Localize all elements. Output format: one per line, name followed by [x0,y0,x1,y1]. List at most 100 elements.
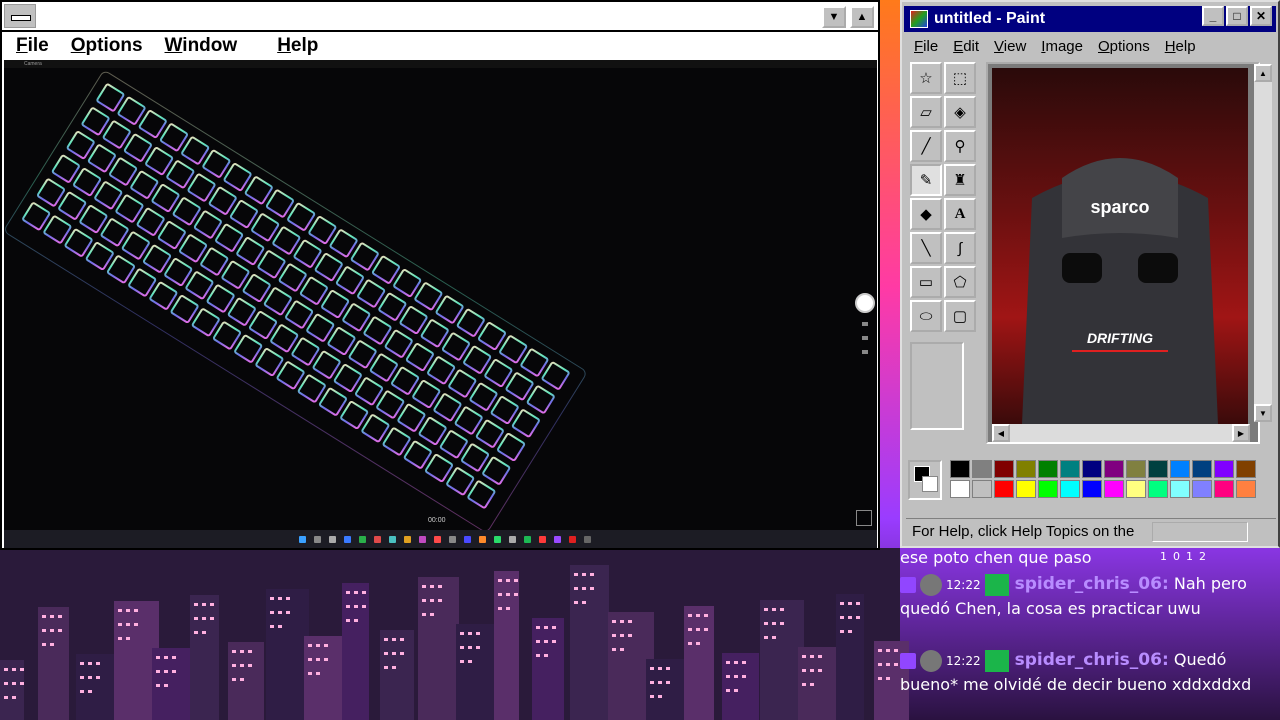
rectangle-tool-icon[interactable]: ▭ [910,266,942,298]
palette-swatch[interactable] [972,480,992,498]
app-icon[interactable] [464,536,471,543]
free-select-tool-icon[interactable]: ☆ [910,62,942,94]
palette-swatch[interactable] [950,480,970,498]
polygon-tool-icon[interactable]: ⬠ [944,266,976,298]
palette-swatch[interactable] [1170,460,1190,478]
menu-image[interactable]: Image [1041,38,1083,55]
ellipse-tool-icon[interactable]: ⬭ [910,300,942,332]
line-tool-icon[interactable]: ╲ [910,232,942,264]
curve-tool-icon[interactable]: ∫ [944,232,976,264]
palette-swatch[interactable] [1214,480,1234,498]
paint-canvas[interactable]: sparco DRIFTING [992,68,1248,424]
menu-edit[interactable]: Edit [953,38,979,55]
palette-swatch[interactable] [1016,480,1036,498]
app-icon[interactable] [584,536,591,543]
scroll-down-icon[interactable]: ▼ [1254,404,1272,422]
brush-tool-icon[interactable]: ♜ [944,164,976,196]
taskview-icon[interactable] [329,536,336,543]
app-icon[interactable] [509,536,516,543]
app-icon[interactable] [569,536,576,543]
magnifier-tool-icon[interactable]: ⚲ [944,130,976,162]
capture-button[interactable] [855,293,875,313]
window-titlebar[interactable]: ▼ ▲ [2,2,878,32]
gallery-thumbnail[interactable] [856,510,872,526]
palette-swatch[interactable] [1236,460,1256,478]
menu-file[interactable]: File [16,35,49,57]
palette-swatch[interactable] [1126,460,1146,478]
rect-select-tool-icon[interactable]: ⬚ [944,62,976,94]
app-icon[interactable] [539,536,546,543]
rounded-rect-tool-icon[interactable]: ▢ [944,300,976,332]
palette-swatch[interactable] [994,480,1014,498]
keyboard-key [81,107,110,136]
start-icon[interactable] [299,536,306,543]
app-icon[interactable] [479,536,486,543]
tool-options[interactable] [910,342,964,430]
palette-swatch[interactable] [1104,480,1124,498]
palette-swatch[interactable] [1016,460,1036,478]
palette-swatch[interactable] [1170,480,1190,498]
palette-swatch[interactable] [950,460,970,478]
chevron-down-icon[interactable] [862,350,868,354]
palette-swatch[interactable] [1082,460,1102,478]
pencil-tool-icon[interactable]: ✎ [910,164,942,196]
keyboard-key [314,253,343,282]
fill-tool-icon[interactable]: ◈ [944,96,976,128]
app-icon[interactable] [434,536,441,543]
scroll-right-icon[interactable]: ▶ [1232,424,1250,442]
app-icon[interactable] [404,536,411,543]
palette-swatch[interactable] [1082,480,1102,498]
palette-swatch[interactable] [1148,460,1168,478]
minimize-button[interactable]: ▼ [822,6,846,28]
eyedropper-tool-icon[interactable]: ╱ [910,130,942,162]
palette-swatch[interactable] [1060,460,1080,478]
app-icon[interactable] [389,536,396,543]
palette-swatch[interactable] [1214,460,1234,478]
menu-help[interactable]: Help [277,35,318,57]
app-icon[interactable] [494,536,501,543]
palette-swatch[interactable] [1192,460,1212,478]
palette-swatch[interactable] [1104,460,1124,478]
palette-swatch[interactable] [1126,480,1146,498]
app-icon[interactable] [419,536,426,543]
close-button[interactable]: ✕ [1250,6,1272,26]
browser-icon[interactable] [344,536,351,543]
palette-swatch[interactable] [1148,480,1168,498]
camera-mode-icon[interactable] [862,322,868,326]
menu-view[interactable]: View [994,38,1026,55]
app-icon[interactable] [449,536,456,543]
horizontal-scrollbar[interactable]: ◀ ▶ [992,424,1250,442]
palette-swatch[interactable] [1038,460,1058,478]
maximize-button[interactable]: □ [1226,6,1248,26]
app-icon[interactable] [554,536,561,543]
scroll-up-icon[interactable]: ▲ [1254,64,1272,82]
menu-options[interactable]: Options [71,35,143,57]
airbrush-tool-icon[interactable]: ◆ [910,198,942,230]
app-icon[interactable] [374,536,381,543]
menu-options[interactable]: Options [1098,38,1150,55]
video-mode-icon[interactable] [862,336,868,340]
keyboard-key [149,281,178,310]
text-tool-icon[interactable]: A [944,198,976,230]
menu-file[interactable]: File [914,38,938,55]
menu-help[interactable]: Help [1165,38,1196,55]
app-icon[interactable] [524,536,531,543]
palette-swatch[interactable] [1236,480,1256,498]
current-colors[interactable] [908,460,942,500]
scroll-left-icon[interactable]: ◀ [992,424,1010,442]
vertical-scrollbar[interactable]: ▲ ▼ [1254,64,1272,422]
keyboard-key [350,242,379,271]
palette-swatch[interactable] [994,460,1014,478]
app-icon[interactable] [359,536,366,543]
search-icon[interactable] [314,536,321,543]
keyboard-key [342,303,371,332]
eraser-tool-icon[interactable]: ▱ [910,96,942,128]
maximize-button[interactable]: ▲ [850,6,874,28]
system-menu-icon[interactable] [4,4,36,28]
palette-swatch[interactable] [972,460,992,478]
minimize-button[interactable]: _ [1202,6,1224,26]
palette-swatch[interactable] [1038,480,1058,498]
palette-swatch[interactable] [1192,480,1212,498]
palette-swatch[interactable] [1060,480,1080,498]
menu-window[interactable]: Window [165,35,238,57]
